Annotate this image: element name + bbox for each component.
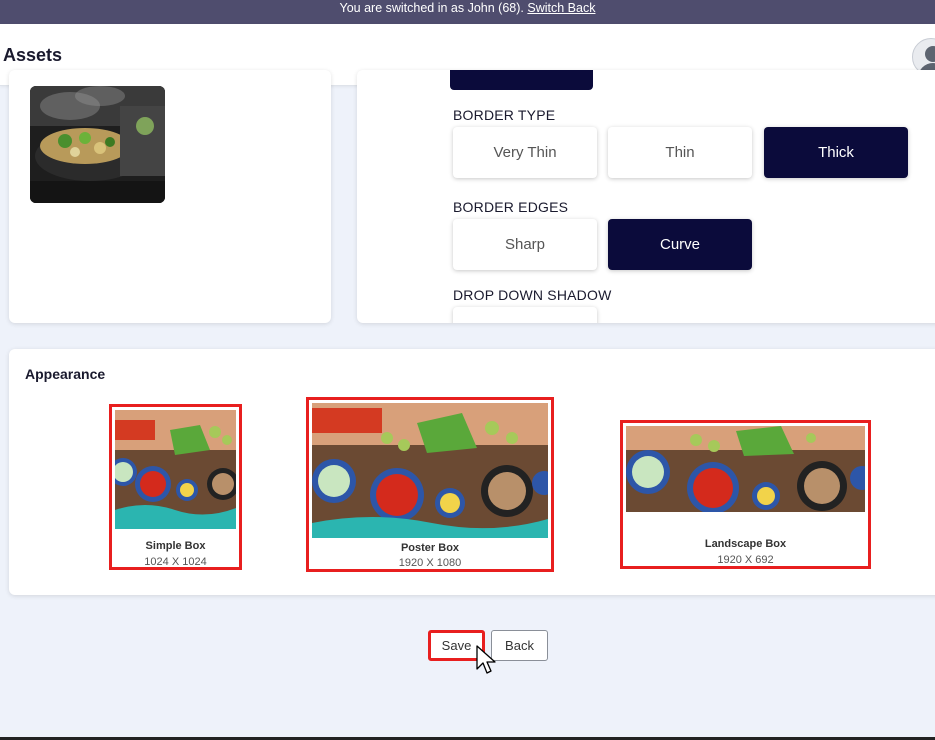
poster-box-option[interactable]: Poster Box 1920 X 1080 [306,397,554,572]
border-type-label: BORDER TYPE [453,107,556,123]
border-thick-option[interactable]: Thick [764,127,908,178]
switch-back-link[interactable]: Switch Back [527,1,595,15]
landscape-box-image [626,426,865,512]
border-thin-option[interactable]: Thin [608,127,752,178]
page-title: Assets [3,45,63,65]
appearance-title: Appearance [25,366,106,382]
poster-box-image [312,403,548,538]
shadow-option[interactable] [453,307,597,323]
banner-text: You are switched in as John (68). [339,1,524,15]
simple-box-option[interactable]: Simple Box 1024 X 1024 [109,404,242,570]
border-settings-card: BORDER TYPE Very Thin Thin Thick BORDER … [357,70,935,323]
box-name: Poster Box [400,542,460,554]
border-edges-label: BORDER EDGES [453,199,569,215]
back-button[interactable]: Back [491,630,548,661]
edge-curve-option[interactable]: Curve [608,219,752,270]
mouse-cursor-icon [476,645,496,674]
appearance-card: Appearance Simple Box 1024 X 1024 Poster… [9,349,935,595]
impersonation-banner: You are switched in as John (68). Switch… [0,0,935,24]
box-name: Landscape Box [704,538,787,550]
box-dimensions: 1920 X 692 [717,554,774,566]
drop-down-shadow-label: DROP DOWN SHADOW [453,287,612,303]
box-name: Simple Box [145,540,206,552]
food-preview-image [30,86,165,203]
simple-box-image [115,410,236,529]
box-dimensions: 1920 X 1080 [398,557,462,569]
selected-option-tab[interactable] [450,70,593,90]
border-very-thin-option[interactable]: Very Thin [453,127,597,178]
preview-card [9,70,331,323]
box-dimensions: 1024 X 1024 [144,556,207,568]
edge-sharp-option[interactable]: Sharp [453,219,597,270]
landscape-box-option[interactable]: Landscape Box 1920 X 692 [620,420,871,569]
